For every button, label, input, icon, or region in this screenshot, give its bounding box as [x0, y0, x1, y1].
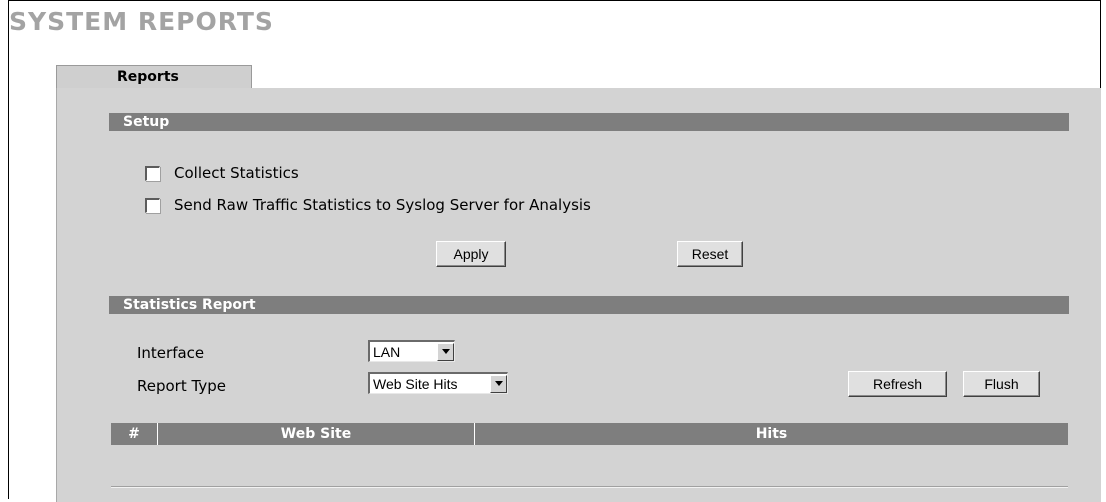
send-raw-statistics-checkbox[interactable] — [145, 197, 160, 213]
page-frame: SYSTEM REPORTS Reports Setup Collect Sta… — [8, 0, 1101, 502]
report-type-label: Report Type — [137, 377, 226, 395]
page-title: SYSTEM REPORTS — [9, 7, 274, 36]
interface-label: Interface — [137, 344, 205, 362]
column-header-hits: Hits — [475, 423, 1068, 445]
interface-select[interactable]: LAN — [368, 340, 455, 362]
reports-panel: Setup Collect Statistics Send Raw Traffi… — [56, 88, 1101, 502]
statistics-table-header: # Web Site Hits — [111, 423, 1068, 445]
column-header-web-site: Web Site — [158, 423, 475, 445]
collect-statistics-label: Collect Statistics — [174, 164, 299, 182]
setup-section-header: Setup — [109, 113, 1069, 131]
flush-button[interactable]: Flush — [963, 371, 1040, 397]
chevron-down-icon[interactable] — [437, 342, 454, 361]
collect-statistics-checkbox[interactable] — [145, 165, 160, 181]
apply-button[interactable]: Apply — [436, 241, 506, 267]
column-header-number: # — [111, 423, 158, 445]
report-type-select-value: Web Site Hits — [373, 375, 458, 392]
reset-button[interactable]: Reset — [677, 241, 743, 267]
chevron-down-icon[interactable] — [490, 374, 507, 393]
collect-statistics-row: Collect Statistics — [145, 164, 299, 182]
tab-reports[interactable]: Reports — [56, 65, 252, 88]
interface-select-value: LAN — [373, 343, 401, 360]
divider — [111, 486, 1068, 488]
statistics-report-section-header: Statistics Report — [109, 296, 1069, 314]
send-raw-statistics-label: Send Raw Traffic Statistics to Syslog Se… — [174, 196, 591, 214]
refresh-button[interactable]: Refresh — [848, 371, 947, 397]
send-raw-statistics-row: Send Raw Traffic Statistics to Syslog Se… — [145, 196, 591, 214]
report-type-select[interactable]: Web Site Hits — [368, 372, 508, 394]
